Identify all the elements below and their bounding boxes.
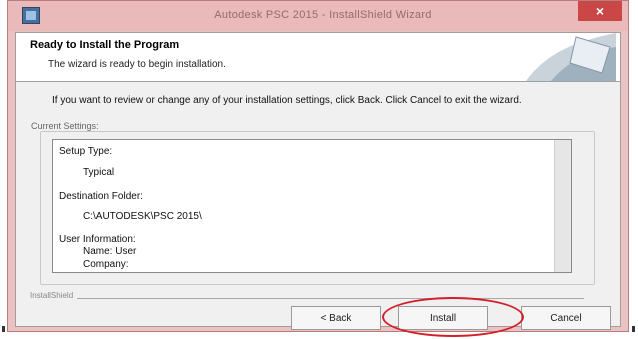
- page-subtitle: The wizard is ready to begin installatio…: [48, 59, 226, 70]
- installshield-caption: InstallShield: [30, 291, 78, 300]
- installer-app-icon: [22, 7, 40, 24]
- back-button[interactable]: < Back: [291, 306, 381, 330]
- company-name: Company:: [83, 259, 129, 270]
- wizard-client-area: Ready to Install the Program The wizard …: [15, 32, 621, 337]
- user-info-label: User Information:: [59, 234, 136, 245]
- user-name: Name: User: [83, 246, 137, 257]
- installer-window: Autodesk PSC 2015 - InstallShield Wizard…: [7, 0, 629, 337]
- install-button[interactable]: Install: [398, 306, 488, 330]
- left-edge-mark: [2, 326, 5, 332]
- setup-type-label: Setup Type:: [59, 146, 113, 157]
- close-button[interactable]: ×: [578, 1, 622, 21]
- cancel-button[interactable]: Cancel: [521, 306, 611, 330]
- current-settings-caption: Current Settings:: [28, 121, 102, 131]
- settings-summary-box[interactable]: Setup Type: Typical Destination Folder: …: [52, 139, 572, 273]
- instruction-text: If you want to review or change any of y…: [52, 95, 522, 106]
- right-edge-mark: [632, 326, 635, 332]
- window-title: Autodesk PSC 2015 - InstallShield Wizard: [214, 9, 432, 21]
- setup-type-value: Typical: [83, 167, 115, 178]
- title-bar[interactable]: Autodesk PSC 2015 - InstallShield Wizard…: [8, 1, 628, 31]
- destination-value: C:\AUTODESK\PSC 2015\: [83, 211, 202, 222]
- page-title: Ready to Install the Program: [30, 39, 180, 51]
- vertical-scrollbar[interactable]: [554, 140, 571, 272]
- footer-divider: [60, 298, 584, 299]
- destination-label: Destination Folder:: [59, 191, 143, 202]
- header-banner: Ready to Install the Program The wizard …: [16, 33, 620, 82]
- installer-banner-icon: [526, 33, 616, 81]
